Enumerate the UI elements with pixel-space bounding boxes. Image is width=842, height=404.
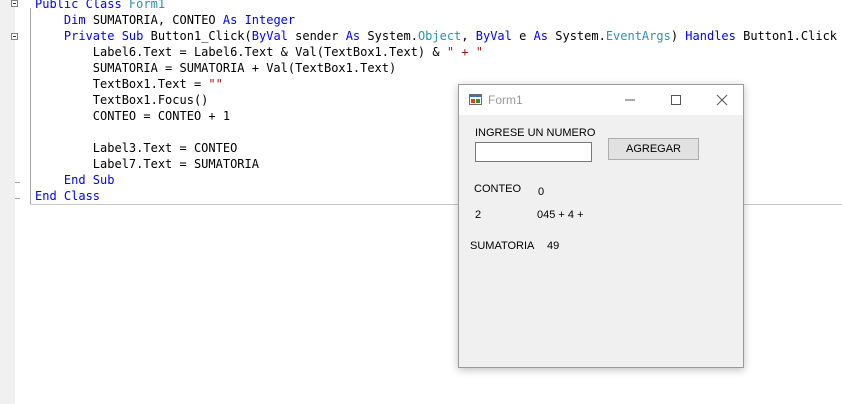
code-token: sender — [287, 29, 346, 43]
numbers-list-value: 045 + 4 + — [537, 209, 584, 221]
window-titlebar[interactable]: Form1 — [459, 85, 743, 115]
editor-gutter — [0, 0, 15, 404]
code-token: SUMATORIA, CONTEO — [85, 13, 223, 27]
number-input[interactable] — [475, 142, 592, 162]
code-token: " + " — [446, 45, 483, 59]
prompt-label: INGRESE UN NUMERO — [475, 127, 596, 139]
code-line[interactable]: Private Sub Button1_Click(ByVal sender A… — [35, 28, 837, 44]
code-token: Public Class — [35, 0, 129, 11]
conteo-label: CONTEO — [474, 183, 522, 195]
code-token: e — [511, 29, 534, 43]
code-line[interactable]: TextBox1.Focus() — [35, 92, 209, 108]
minimize-icon — [625, 99, 635, 101]
code-line[interactable]: End Sub — [35, 172, 115, 188]
code-line[interactable]: Label3.Text = CONTEO — [35, 140, 238, 156]
code-token: Button1.Click — [735, 29, 838, 43]
code-line[interactable]: Label6.Text = Label6.Text & Val(TextBox1… — [35, 44, 483, 60]
close-button[interactable] — [699, 85, 745, 115]
code-token: End Class — [35, 189, 101, 203]
maximize-icon — [671, 95, 681, 105]
outline-guide — [30, 8, 31, 204]
sum-label: SUMATORIA — [470, 240, 535, 252]
code-token: Private Sub — [63, 29, 144, 43]
code-token: ByVal — [475, 29, 512, 43]
code-token: Label7.Text = SUMATORIA — [35, 157, 259, 171]
code-token: End Sub — [63, 173, 115, 187]
outline-end-tick — [15, 182, 20, 183]
count-value: 2 — [475, 209, 482, 221]
code-token: Handles — [685, 29, 736, 43]
code-line[interactable]: SUMATORIA = SUMATORIA + Val(TextBox1.Tex… — [35, 60, 396, 76]
code-line[interactable]: End Class — [35, 188, 100, 204]
code-line[interactable]: CONTEO = CONTEO + 1 — [35, 108, 230, 124]
code-token: As — [533, 29, 549, 43]
form-app-icon — [469, 94, 482, 105]
window-title: Form1 — [488, 93, 523, 107]
code-token: As — [345, 29, 361, 43]
code-token: ByVal — [251, 29, 288, 43]
collapse-class-icon[interactable] — [11, 0, 18, 7]
code-token: TextBox1.Text = — [35, 77, 209, 91]
sum-value: 49 — [547, 240, 560, 252]
code-line[interactable]: Dim SUMATORIA, CONTEO As Integer — [35, 12, 295, 28]
conteo-value: 0 — [538, 186, 545, 198]
code-token: "" — [208, 77, 223, 91]
code-token: ) — [670, 29, 686, 43]
code-token: EventArgs — [605, 29, 671, 43]
minimize-button[interactable] — [607, 85, 653, 115]
code-token: Label6.Text = Label6.Text & Val(TextBox1… — [35, 45, 447, 59]
code-line[interactable]: Label7.Text = SUMATORIA — [35, 156, 259, 172]
code-token: SUMATORIA = SUMATORIA + Val(TextBox1.Tex… — [35, 61, 397, 75]
code-token: CONTEO = CONTEO + 1 — [35, 109, 231, 123]
code-token: System. — [360, 29, 418, 43]
maximize-button[interactable] — [653, 85, 699, 115]
code-line[interactable]: Public Class Form1 — [35, 0, 165, 12]
code-token: Dim — [63, 13, 86, 27]
code-token: Object — [417, 29, 462, 43]
form1-window: Form1 INGRESE UN NUMERO AGREGAR CONTEO 0… — [458, 84, 744, 368]
code-token: Button1_Click( — [143, 29, 252, 43]
code-token: , — [461, 29, 476, 43]
code-token: Form1 — [128, 0, 166, 11]
code-token: System. — [548, 29, 606, 43]
code-token: Label3.Text = CONTEO — [35, 141, 238, 155]
add-button[interactable]: AGREGAR — [608, 138, 699, 160]
close-icon — [716, 94, 728, 106]
outline-end-tick — [15, 198, 20, 199]
code-token: Integer — [244, 13, 296, 27]
code-token: As — [222, 13, 238, 27]
code-token: TextBox1.Focus() — [35, 93, 209, 107]
collapse-sub-icon[interactable] — [11, 33, 18, 40]
code-line[interactable]: TextBox1.Text = "" — [35, 76, 223, 92]
